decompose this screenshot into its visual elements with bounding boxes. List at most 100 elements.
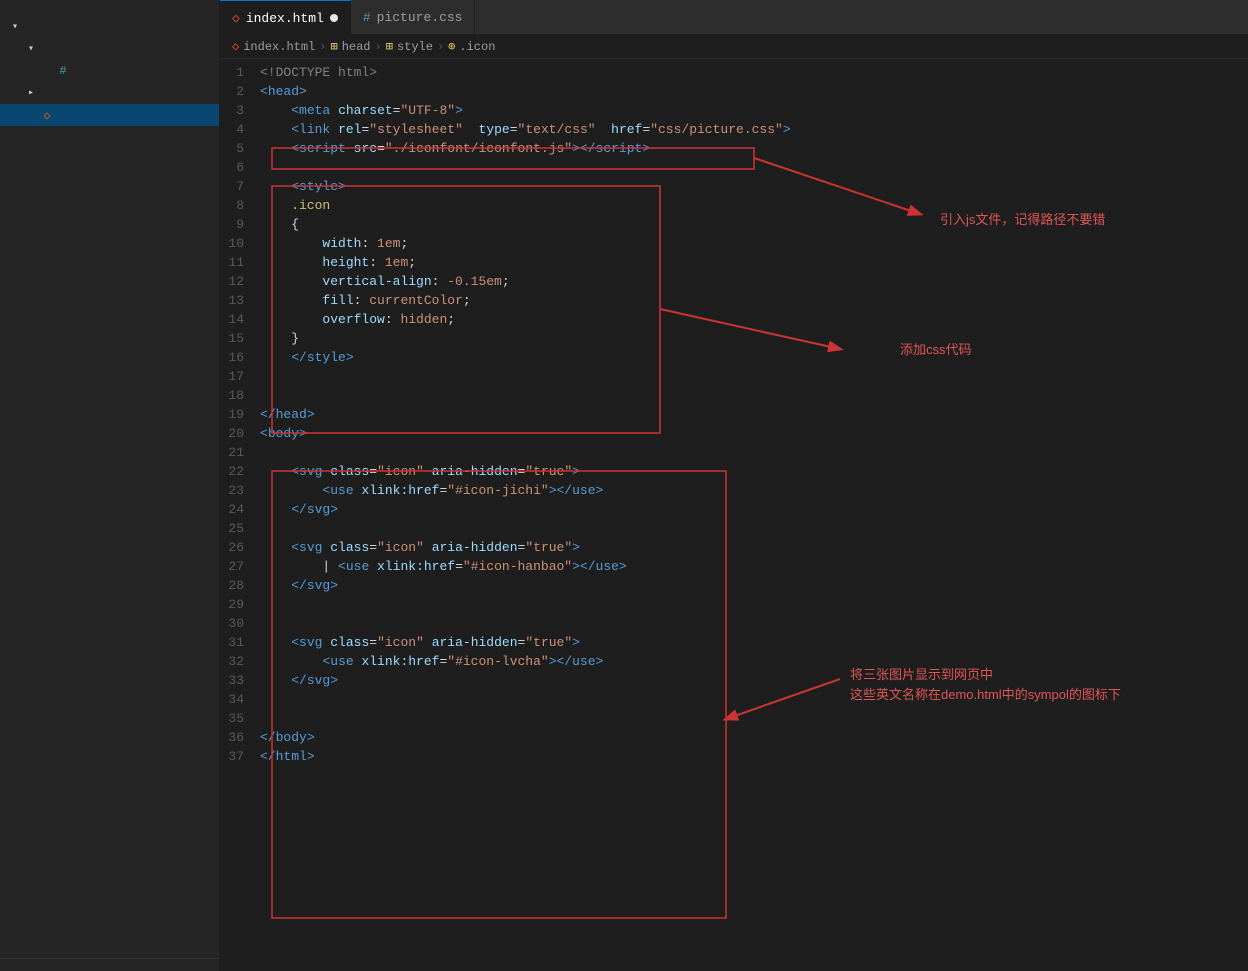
file-tree: ▾ ▾ # ▸ ◇	[0, 16, 219, 958]
token: class	[330, 540, 369, 555]
token	[463, 122, 479, 137]
token: <!DOCTYPE html>	[260, 65, 377, 80]
token	[424, 464, 432, 479]
token: use	[330, 654, 353, 669]
sidebar-item-iconfont-folder[interactable]: ▸	[0, 82, 219, 104]
token: >	[642, 141, 650, 156]
line-number: 37	[220, 747, 260, 766]
line-content: </style>	[260, 348, 1248, 367]
sidebar-outline[interactable]	[0, 958, 219, 971]
token: "icon"	[377, 464, 424, 479]
code-editor[interactable]: 1<!DOCTYPE html>2<head>3 <meta charset="…	[220, 59, 1248, 770]
token	[260, 483, 322, 498]
line-number: 6	[220, 158, 260, 177]
token: svg	[307, 673, 330, 688]
token: use	[572, 654, 595, 669]
token: ></	[572, 141, 595, 156]
code-line: 16 </style>	[220, 348, 1248, 367]
tab-index-html[interactable]: ◇ index.html	[220, 0, 351, 35]
token: ;	[447, 312, 455, 327]
token: script	[299, 141, 346, 156]
token	[260, 673, 291, 688]
line-content: <svg class="icon" aria-hidden="true">	[260, 462, 1248, 481]
line-number: 2	[220, 82, 260, 101]
line-number: 12	[220, 272, 260, 291]
tab-picture-css[interactable]: # picture.css	[351, 0, 476, 35]
line-content: overflow: hidden;	[260, 310, 1248, 329]
token	[260, 122, 291, 137]
token: use	[572, 483, 595, 498]
token: link	[299, 122, 330, 137]
line-content: }	[260, 329, 1248, 348]
breadcrumb-head-icon: ⊞	[330, 39, 337, 54]
token: :	[432, 274, 448, 289]
token: ;	[400, 236, 408, 251]
code-line: 18	[220, 386, 1248, 405]
code-line: 19</head>	[220, 405, 1248, 424]
breadcrumb-sep3: ›	[437, 40, 444, 54]
breadcrumb-sep1: ›	[319, 40, 326, 54]
folder-icon	[22, 18, 40, 36]
sidebar-item-fs[interactable]: ▾	[0, 16, 219, 38]
sidebar-item-picture-css[interactable]: #	[0, 60, 219, 82]
token: <	[291, 122, 299, 137]
token: vertical-align	[322, 274, 431, 289]
token: =	[369, 464, 377, 479]
line-content: <use xlink:href="#icon-jichi"></use>	[260, 481, 1248, 500]
token: >	[330, 502, 338, 517]
line-content: <script src="./iconfont/iconfont.js"></s…	[260, 139, 1248, 158]
token: svg	[307, 502, 330, 517]
token	[260, 464, 291, 479]
css-file-icon: #	[54, 62, 72, 80]
token: .icon	[260, 198, 330, 213]
token: style	[299, 179, 338, 194]
line-content: <link rel="stylesheet" type="text/css" h…	[260, 120, 1248, 139]
breadcrumb: ◇ index.html › ⊞ head › ⊞ style › ⊕ .ico…	[220, 35, 1248, 59]
token: script	[596, 141, 643, 156]
file-spacer	[40, 64, 54, 78]
token: |	[322, 559, 338, 574]
token: head	[276, 407, 307, 422]
token: >	[307, 407, 315, 422]
token: >	[338, 179, 346, 194]
chevron-down-icon: ▾	[8, 20, 22, 34]
line-number: 36	[220, 728, 260, 747]
chevron-right-icon: ▸	[24, 86, 38, 100]
code-line: 24 </svg>	[220, 500, 1248, 519]
code-line: 1<!DOCTYPE html>	[220, 63, 1248, 82]
token: charset	[338, 103, 393, 118]
line-number: 7	[220, 177, 260, 196]
token: fill	[322, 293, 353, 308]
code-line: 13 fill: currentColor;	[220, 291, 1248, 310]
code-line: 27 | <use xlink:href="#icon-hanbao"></us…	[220, 557, 1248, 576]
sidebar: ▾ ▾ # ▸ ◇	[0, 0, 220, 971]
sidebar-item-index-html[interactable]: ◇	[0, 104, 219, 126]
code-line: 14 overflow: hidden;	[220, 310, 1248, 329]
token	[260, 274, 322, 289]
code-line: 9 {	[220, 215, 1248, 234]
token: "./iconfont/iconfont.js"	[385, 141, 572, 156]
chevron-down-icon: ▾	[24, 42, 38, 56]
token: </	[260, 730, 276, 745]
token: html	[276, 749, 307, 764]
token: >	[455, 103, 463, 118]
line-number: 19	[220, 405, 260, 424]
token	[596, 122, 612, 137]
tab-index-html-label: index.html	[246, 11, 324, 26]
line-content: </head>	[260, 405, 1248, 424]
line-content: </svg>	[260, 500, 1248, 519]
line-number: 28	[220, 576, 260, 595]
token: "true"	[525, 635, 572, 650]
token: >	[330, 578, 338, 593]
token: >	[299, 426, 307, 441]
line-content: width: 1em;	[260, 234, 1248, 253]
line-number: 26	[220, 538, 260, 557]
breadcrumb-icon-icon: ⊕	[448, 39, 455, 54]
token: <	[291, 179, 299, 194]
line-content: </html>	[260, 747, 1248, 766]
sidebar-item-css-folder[interactable]: ▾	[0, 38, 219, 60]
line-content: fill: currentColor;	[260, 291, 1248, 310]
line-content: </svg>	[260, 671, 1248, 690]
line-number: 22	[220, 462, 260, 481]
token: aria-hidden	[432, 464, 518, 479]
